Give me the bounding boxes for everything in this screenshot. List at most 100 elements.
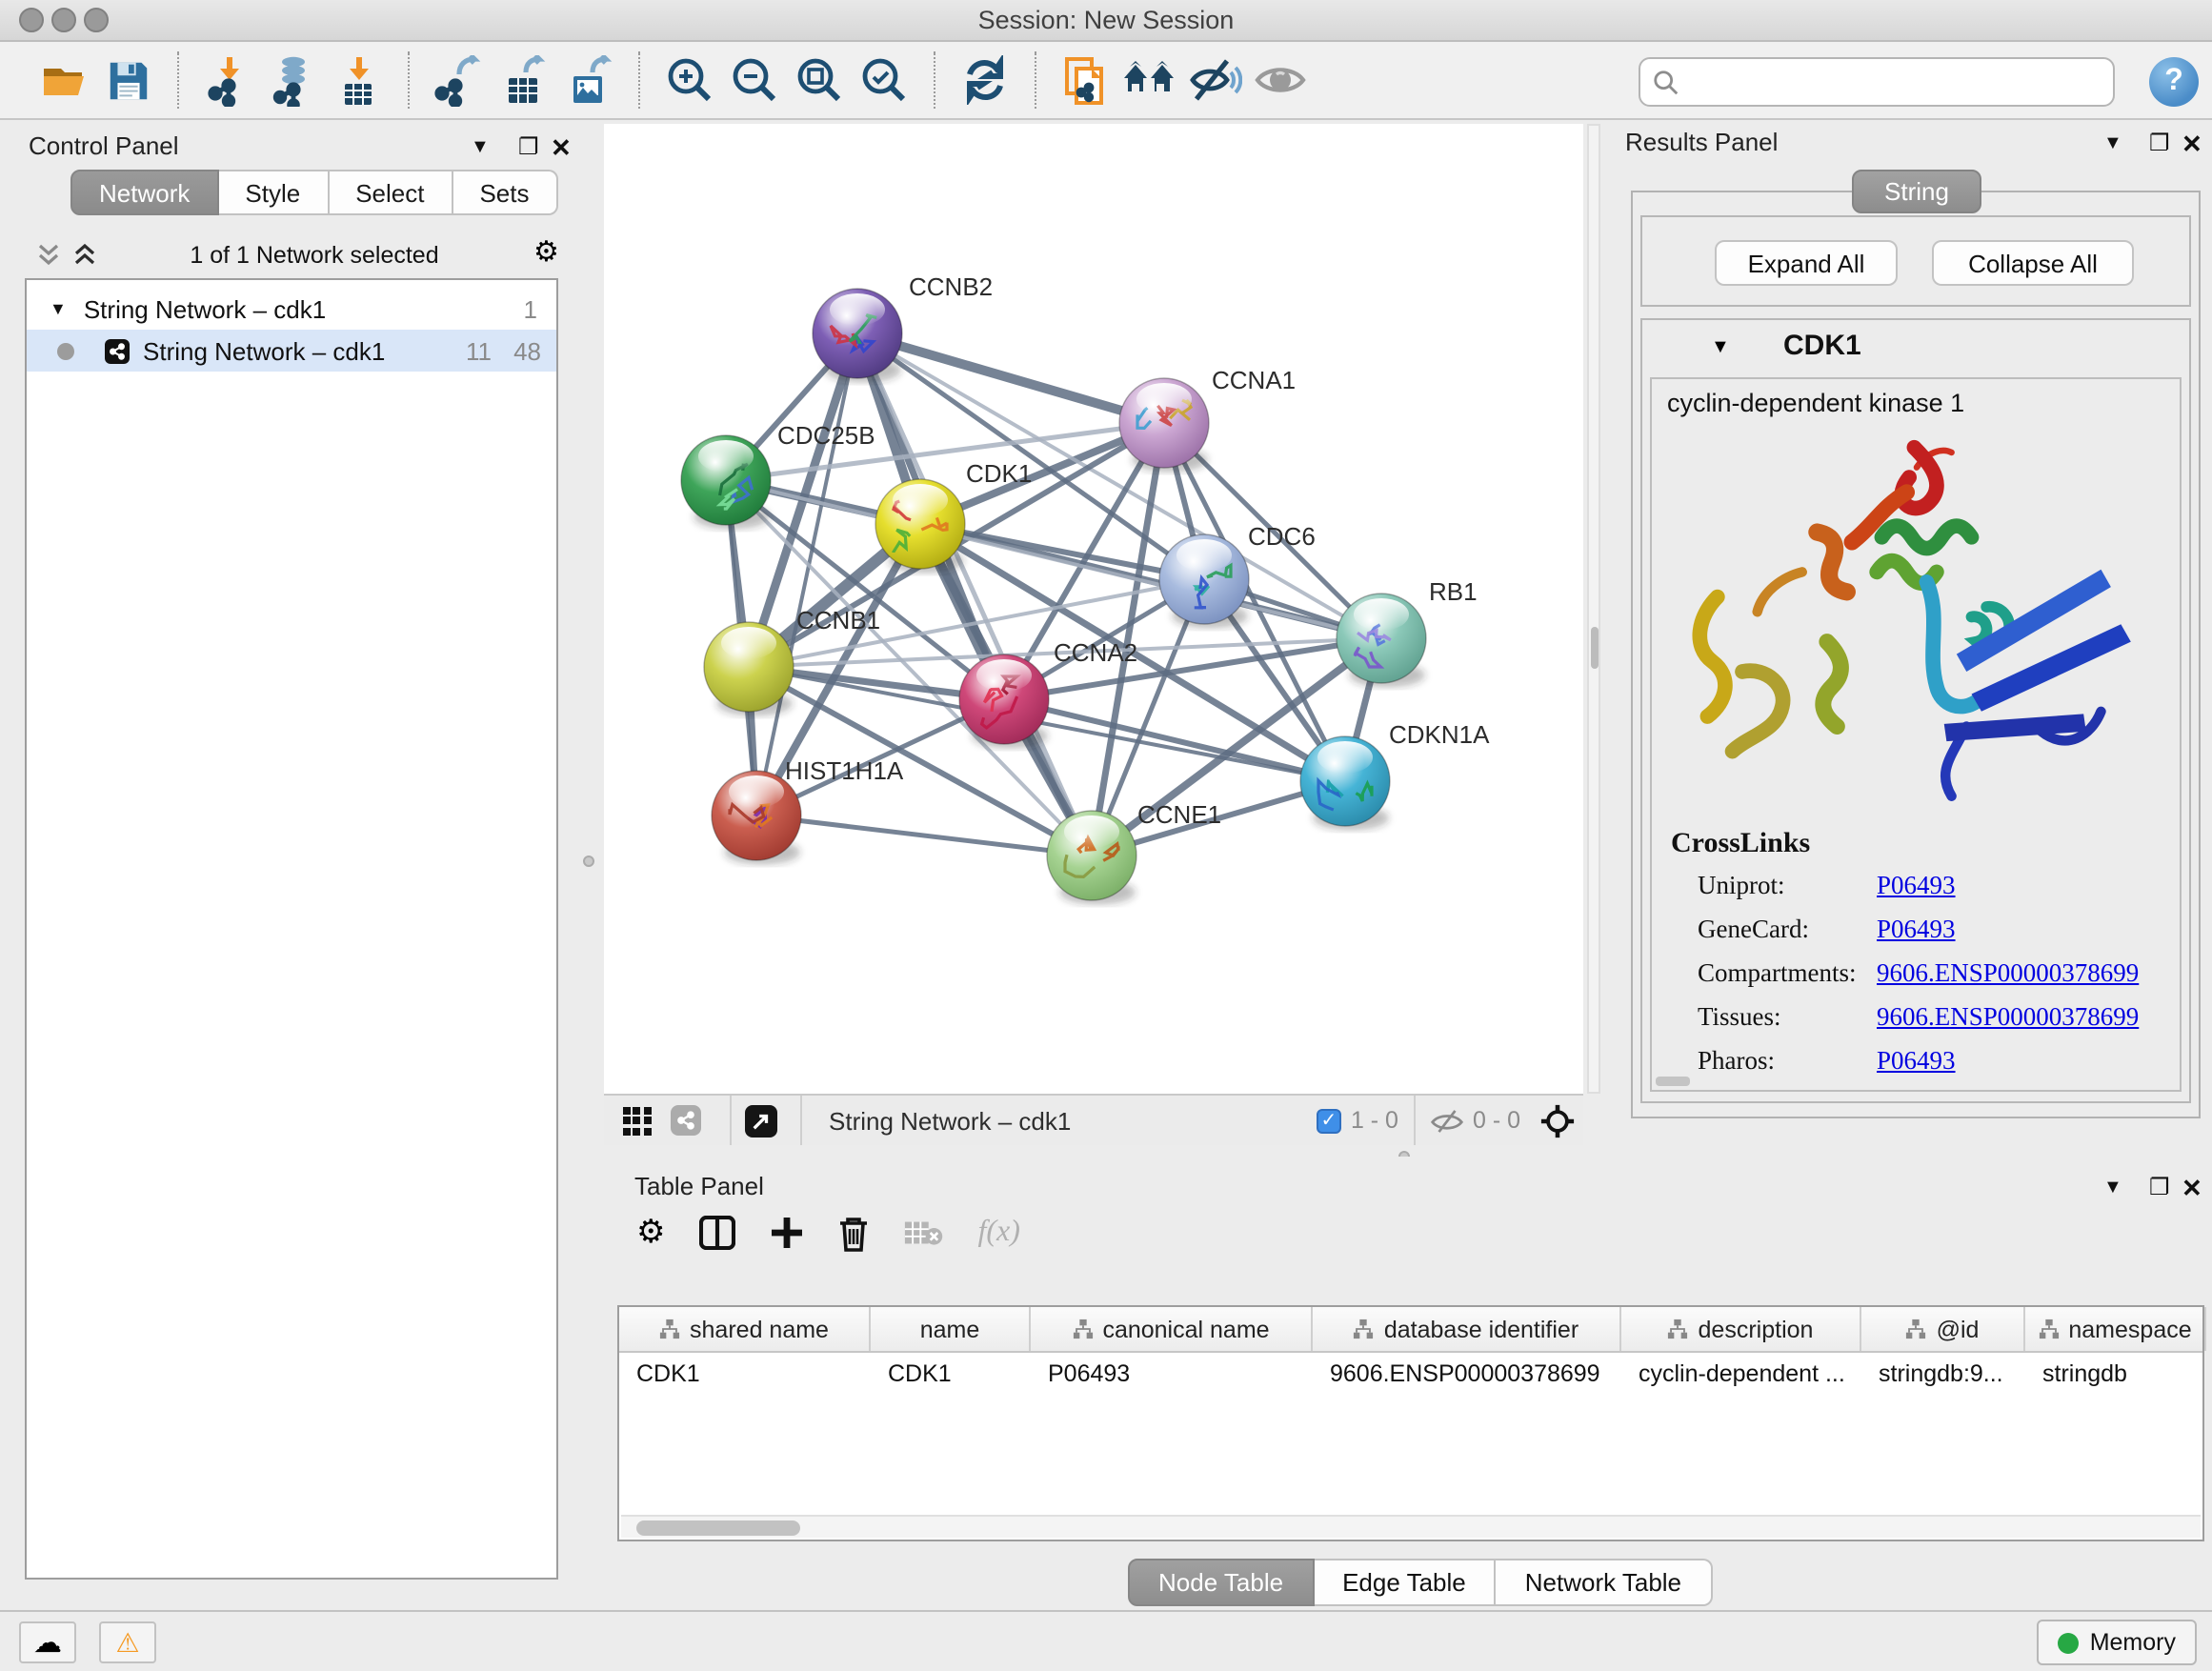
column-header[interactable]: name (871, 1307, 1031, 1351)
zoom-out-icon[interactable] (722, 48, 787, 112)
network-row[interactable]: String Network – cdk1 11 48 (27, 330, 556, 372)
string-network-graph[interactable]: CCNB2CCNA1CDC25BCDK1CDC6RB1CCNB1CCNA2CDK… (604, 124, 1583, 1094)
close-panel-icon[interactable]: ✕ (2182, 130, 2202, 160)
network-view-toolbar: String Network – cdk1 ✓ 1 - 0 0 - 0 (604, 1094, 1583, 1145)
collection-expander-icon[interactable]: ▼ (50, 299, 67, 318)
expand-all-icon[interactable] (72, 242, 97, 276)
network-collection-row[interactable]: ▼ String Network – cdk1 1 (27, 288, 556, 330)
table-row[interactable]: CDK1CDK1P064939606.ENSP00000378699cyclin… (619, 1353, 2202, 1395)
left-splitter-handle[interactable] (583, 856, 594, 867)
network-options-gear-icon[interactable]: ⚙ (533, 234, 559, 269)
save-session-icon[interactable] (95, 48, 160, 112)
table-panel-title: Table Panel (634, 1172, 764, 1200)
show-graphics-details-icon[interactable] (1248, 48, 1313, 112)
crosslink-link[interactable]: P06493 (1877, 871, 1956, 901)
mini-scrollbar[interactable] (1656, 1077, 1690, 1086)
crosslink-link[interactable]: P06493 (1877, 1046, 1956, 1077)
table-cell[interactable]: stringdb:9... (1861, 1353, 2025, 1395)
collapse-all-icon[interactable] (36, 242, 61, 276)
tab-network[interactable]: Network (70, 170, 218, 215)
table-cell[interactable]: CDK1 (871, 1353, 1031, 1395)
tab-style[interactable]: Style (218, 170, 329, 215)
crosslink-link[interactable]: 9606.ENSP00000378699 (1877, 958, 2139, 989)
zoom-selected-icon[interactable] (852, 48, 916, 112)
panel-menu-icon[interactable]: ▼ (471, 137, 490, 158)
table-horizontal-scrollbar[interactable] (621, 1515, 2201, 1538)
network-canvas[interactable]: CCNB2CCNA1CDC25BCDK1CDC6RB1CCNB1CCNA2CDK… (604, 124, 1583, 1094)
gene-expander-icon[interactable]: ▼ (1711, 337, 1730, 358)
zoom-fit-icon[interactable] (787, 48, 852, 112)
warnings-button[interactable]: ⚠ (99, 1621, 156, 1663)
hidden-counts: 0 - 0 (1473, 1107, 1520, 1134)
column-header[interactable]: namespace (2025, 1307, 2206, 1351)
column-header[interactable]: shared name (619, 1307, 871, 1351)
canvas-vertical-scrollbar[interactable] (1587, 124, 1600, 1094)
search-input[interactable] (1680, 67, 2081, 97)
column-header[interactable]: database identifier (1313, 1307, 1621, 1351)
network-selection-status: 1 of 1 Network selected (124, 242, 505, 269)
status-bar: ☁ ⚠ Memory (0, 1610, 2212, 1671)
table-cell[interactable]: cyclin-dependent ... (1621, 1353, 1861, 1395)
crosslink-link[interactable]: P06493 (1877, 915, 1956, 945)
memory-label: Memory (2090, 1629, 2176, 1656)
table-header-row[interactable]: shared namenamecanonical namedatabase id… (619, 1307, 2202, 1353)
panel-menu-icon[interactable]: ▼ (2103, 133, 2122, 154)
network-node-count: 11 (466, 336, 492, 365)
birds-eye-view-icon[interactable] (732, 1097, 789, 1143)
table-cell[interactable]: stringdb (2025, 1353, 2206, 1395)
crosslink-link[interactable]: 9606.ENSP00000378699 (1877, 1002, 2139, 1033)
close-panel-icon[interactable]: ✕ (2182, 1174, 2202, 1204)
clone-network-icon[interactable] (1054, 48, 1118, 112)
title-bar: Session: New Session (0, 0, 2212, 42)
network-view-title: String Network – cdk1 (829, 1106, 1071, 1135)
table-cell[interactable]: P06493 (1031, 1353, 1313, 1395)
results-panel-title: Results Panel (1625, 128, 1778, 156)
function-builder-icon[interactable]: f(x) (978, 1216, 1020, 1250)
close-panel-icon[interactable]: ✕ (551, 133, 572, 164)
float-panel-icon[interactable]: ❐ (518, 133, 539, 160)
tab-sets[interactable]: Sets (452, 170, 557, 215)
delete-column-icon[interactable] (839, 1215, 870, 1251)
float-panel-icon[interactable]: ❐ (2149, 1174, 2170, 1200)
zoom-in-icon[interactable] (657, 48, 722, 112)
share-network-icon[interactable] (661, 1097, 711, 1143)
tab-select[interactable]: Select (329, 170, 452, 215)
tab-string[interactable]: String (1852, 170, 1981, 213)
tab-edge-table[interactable]: Edge Table (1314, 1559, 1497, 1606)
tab-node-table[interactable]: Node Table (1128, 1559, 1314, 1606)
export-network-icon[interactable] (427, 48, 492, 112)
float-panel-icon[interactable]: ❐ (2149, 130, 2170, 156)
table-settings-gear-icon[interactable]: ⚙ (636, 1214, 666, 1252)
network-edge-count: 48 (513, 336, 541, 365)
grid-view-icon[interactable] (612, 1097, 661, 1143)
refresh-icon[interactable] (953, 48, 1017, 112)
crosshair-icon[interactable] (1530, 1097, 1583, 1143)
open-file-icon[interactable] (30, 48, 95, 112)
table-cell[interactable]: CDK1 (619, 1353, 871, 1395)
warning-icon: ⚠ (115, 1626, 139, 1659)
cloud-button[interactable]: ☁ (19, 1621, 76, 1663)
collapse-all-button[interactable]: Collapse All (1932, 240, 2134, 286)
collection-name: String Network – cdk1 (84, 294, 326, 323)
show-columns-icon[interactable] (700, 1216, 736, 1250)
column-header[interactable]: canonical name (1031, 1307, 1313, 1351)
expand-all-button[interactable]: Expand All (1715, 240, 1898, 286)
column-header[interactable]: description (1621, 1307, 1861, 1351)
panel-menu-icon[interactable]: ▼ (2103, 1178, 2122, 1198)
memory-button[interactable]: Memory (2037, 1620, 2197, 1665)
import-network-database-icon[interactable] (261, 48, 326, 112)
tab-network-table[interactable]: Network Table (1497, 1559, 1712, 1606)
search-box[interactable] (1639, 57, 2115, 107)
export-image-icon[interactable] (556, 48, 621, 112)
export-table-icon[interactable] (492, 48, 556, 112)
column-header[interactable]: @id (1861, 1307, 2025, 1351)
add-column-icon[interactable] (771, 1216, 805, 1250)
houses-icon[interactable] (1118, 48, 1183, 112)
network-name: String Network – cdk1 (143, 336, 385, 365)
import-table-icon[interactable] (326, 48, 391, 112)
help-button[interactable]: ? (2149, 57, 2199, 107)
table-cell[interactable]: 9606.ENSP00000378699 (1313, 1353, 1621, 1395)
delete-table-icon[interactable] (904, 1218, 944, 1248)
hide-graphics-details-icon[interactable] (1183, 48, 1248, 112)
import-network-file-icon[interactable] (196, 48, 261, 112)
